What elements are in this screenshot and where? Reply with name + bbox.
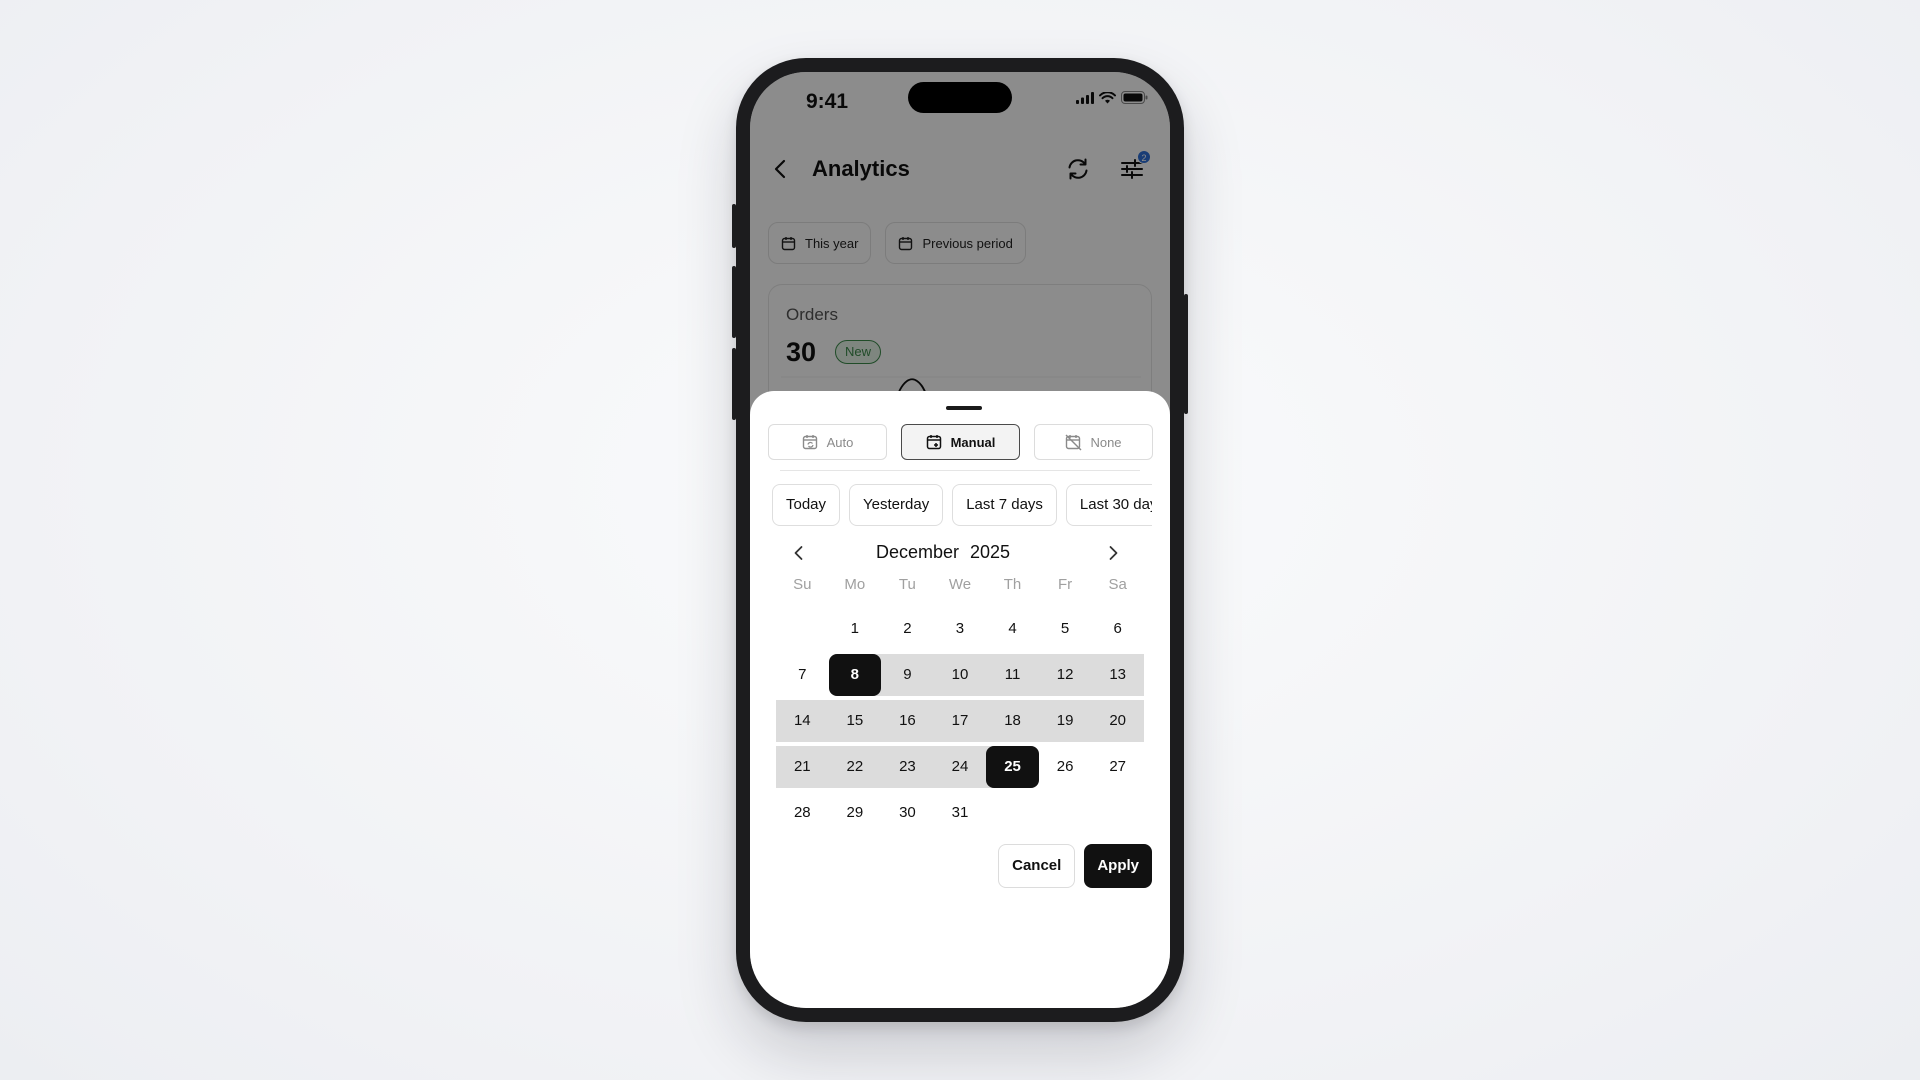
weekday-label: We — [948, 576, 972, 593]
calendar-day[interactable]: 18 — [986, 700, 1039, 742]
calendar-day[interactable]: 27 — [1091, 746, 1144, 788]
calendar-off-icon — [1065, 434, 1082, 450]
calendar-day[interactable]: 10 — [933, 654, 987, 696]
calendar-week-row: 21 22 23 24 25 26 27 — [776, 742, 1147, 788]
calendar-day[interactable]: 17 — [933, 700, 987, 742]
range-end-day: 25 — [986, 746, 1039, 788]
calendar-day[interactable]: 8 — [828, 654, 882, 696]
calendar-day[interactable]: 6 — [1091, 608, 1144, 650]
mode-label: Manual — [950, 434, 996, 450]
chevron-left-icon — [794, 546, 803, 560]
calendar-day[interactable]: 4 — [986, 608, 1039, 650]
range-start-day: 8 — [828, 654, 882, 696]
calendar-day[interactable]: 15 — [828, 700, 882, 742]
calendar-day[interactable]: 14 — [776, 700, 829, 742]
mode-label: None — [1090, 434, 1122, 450]
volume-down-button — [732, 348, 736, 420]
calendar-day[interactable]: 5 — [1039, 608, 1092, 650]
calendar-day[interactable]: 12 — [1038, 654, 1092, 696]
weekday-label: Fr — [1058, 576, 1073, 593]
volume-up-button — [732, 266, 736, 338]
calendar-day[interactable]: 22 — [828, 746, 882, 788]
weekday-label: Tu — [898, 576, 916, 593]
calendar-day[interactable]: 24 — [933, 746, 987, 788]
preset-today-button[interactable]: Today — [772, 484, 841, 526]
preset-last-30-days-button[interactable]: Last 30 days — [1065, 484, 1152, 526]
calendar-grid: Su Mo Tu We Th Fr Sa 1 2 3 4 5 6 7 8 9 10 11 12 13 14 15 16 17… — [776, 566, 1147, 834]
weekday-label: Su — [793, 576, 812, 593]
preset-last-7-days-button[interactable]: Last 7 days — [952, 484, 1057, 526]
preset-yesterday-button[interactable]: Yesterday — [849, 484, 944, 526]
calendar-day[interactable]: 23 — [881, 746, 934, 788]
calendar-empty-cell — [1091, 792, 1144, 834]
sheet-drag-handle[interactable] — [946, 406, 982, 410]
next-month-button[interactable] — [1100, 540, 1126, 566]
weekday-label: Sa — [1108, 576, 1127, 593]
calendar-week-row: 14 15 16 17 18 19 20 — [776, 696, 1147, 742]
calendar-day[interactable]: 28 — [776, 792, 829, 834]
calendar-day[interactable]: 25 — [986, 746, 1039, 788]
date-range-sheet: Auto Manual None Today Yesterday Last 7 … — [750, 391, 1170, 1008]
chevron-right-icon — [1109, 546, 1118, 560]
calendar-empty-cell — [1039, 792, 1092, 834]
calendar-day[interactable]: 16 — [881, 700, 934, 742]
calendar-sync-icon — [802, 434, 817, 449]
calendar-day[interactable]: 21 — [776, 746, 829, 788]
weekday-label: Mo — [844, 576, 866, 593]
phone-frame: 9:41 Analytics 2 This year Previous peri… — [732, 58, 1188, 1022]
month-select[interactable]: December — [876, 542, 959, 563]
cancel-button[interactable]: Cancel — [998, 844, 1076, 888]
calendar-day[interactable]: 13 — [1091, 654, 1144, 696]
preset-row: Today Yesterday Last 7 days Last 30 days — [772, 484, 1152, 528]
calendar-day[interactable]: 29 — [829, 792, 882, 834]
calendar-day[interactable]: 26 — [1039, 746, 1092, 788]
calendar-empty-cell — [986, 792, 1039, 834]
mode-label: Auto — [826, 434, 854, 450]
power-button — [1184, 294, 1188, 414]
calendar-day[interactable]: 7 — [776, 654, 829, 696]
calendar-edit-icon — [926, 434, 941, 449]
calendar-day[interactable]: 19 — [1038, 700, 1092, 742]
apply-button[interactable]: Apply — [1084, 844, 1152, 888]
calendar-day[interactable]: 3 — [934, 608, 987, 650]
phone-screen: 9:41 Analytics 2 This year Previous peri… — [750, 72, 1170, 1008]
year-select[interactable]: 2025 — [970, 542, 1010, 563]
mode-none-button[interactable]: None — [1034, 424, 1153, 460]
weekday-label: Th — [1003, 576, 1022, 593]
calendar-week-row: 7 8 9 10 11 12 13 — [776, 650, 1147, 696]
calendar-week-row: 123456 — [776, 604, 1147, 650]
calendar-empty-cell — [776, 608, 829, 650]
action-button — [732, 204, 736, 248]
mode-selector: Auto Manual None — [768, 424, 1153, 460]
mode-auto-button[interactable]: Auto — [768, 424, 887, 460]
weekday-header: Su Mo Tu We Th Fr Sa — [776, 566, 1147, 604]
divider — [780, 470, 1140, 471]
calendar-day[interactable]: 2 — [881, 608, 934, 650]
calendar-day[interactable]: 11 — [986, 654, 1039, 696]
calendar-day[interactable]: 9 — [881, 654, 934, 696]
sheet-actions: Cancel Apply — [998, 844, 1152, 888]
mode-manual-button[interactable]: Manual — [901, 424, 1020, 460]
calendar-week-row: 28 29 30 31 — [776, 788, 1147, 834]
calendar-day[interactable]: 20 — [1091, 700, 1144, 742]
calendar-day[interactable]: 31 — [934, 792, 987, 834]
calendar-weeks: 1 2 3 4 5 6 7 8 9 10 11 12 13 14 15 16 17 18 19 20 21 22 23 24 2… — [776, 604, 1147, 834]
calendar-day[interactable]: 30 — [881, 792, 934, 834]
previous-month-button[interactable] — [786, 540, 812, 566]
calendar-day[interactable]: 1 — [829, 608, 882, 650]
